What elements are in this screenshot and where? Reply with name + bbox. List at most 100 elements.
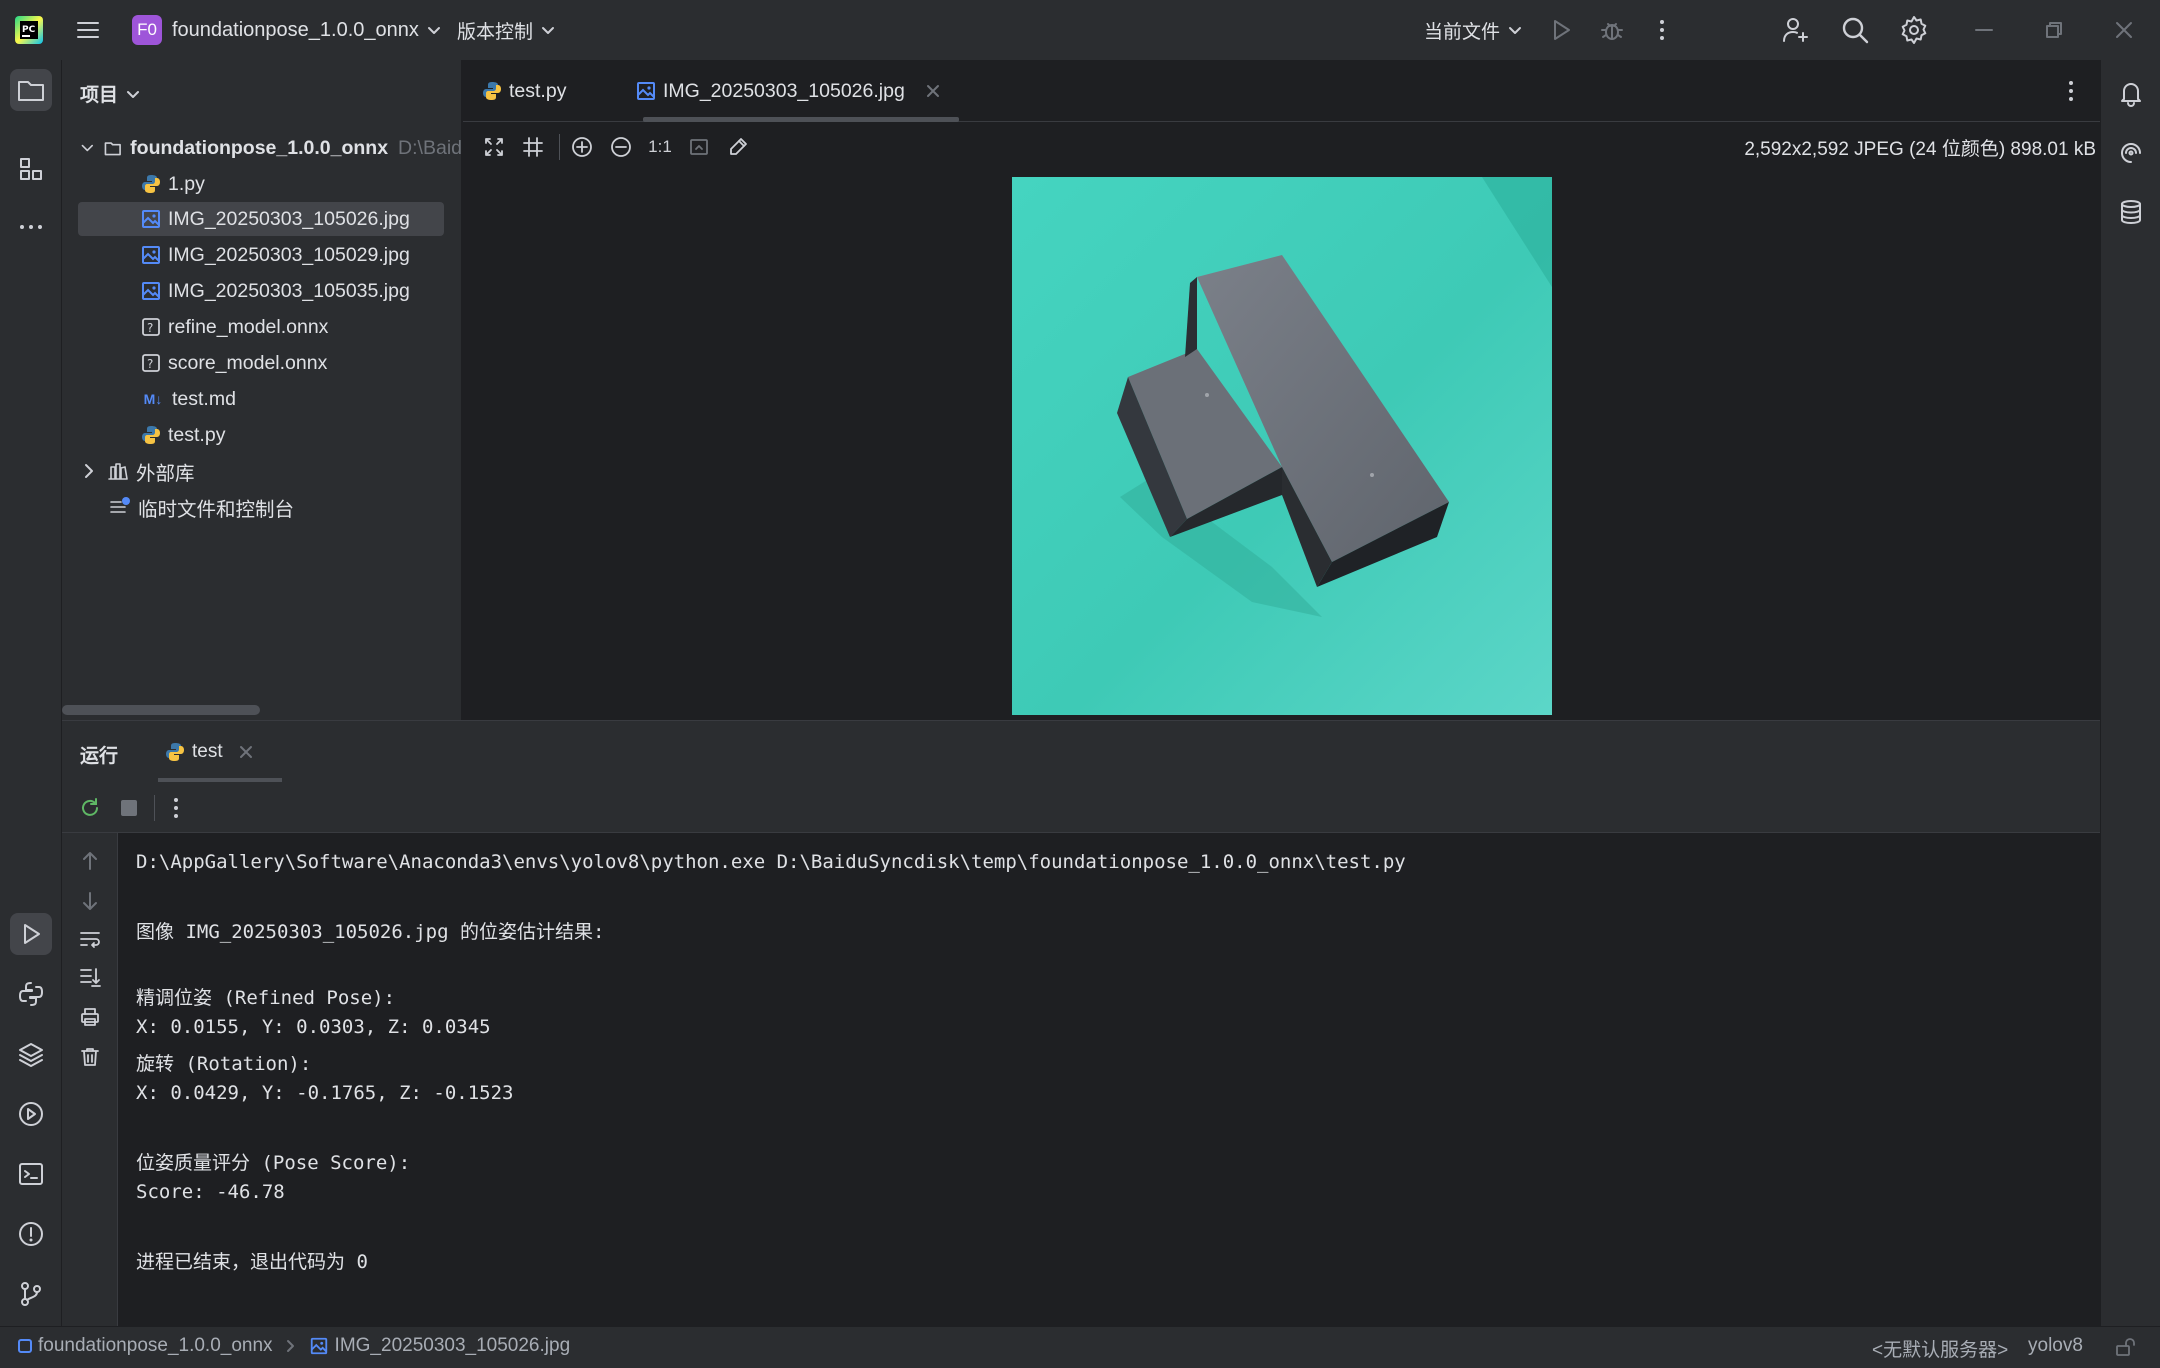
tree-item-label: 临时文件和控制台 bbox=[138, 498, 295, 521]
pycharm-logo-icon[interactable]: PC bbox=[14, 0, 44, 60]
vcs-menu[interactable]: 版本控制 bbox=[457, 0, 555, 60]
tree-file-img-105035[interactable]: IMG_20250303_105035.jpg bbox=[140, 274, 410, 308]
tree-root-folder[interactable]: foundationpose_1.0.0_onnx D:\Baid bbox=[80, 131, 462, 165]
lock-icon[interactable] bbox=[2114, 1336, 2136, 1358]
tree-file-score-model[interactable]: ? score_model.onnx bbox=[140, 346, 327, 380]
tree-external-libraries[interactable]: 外部库 bbox=[80, 454, 195, 488]
server-indicator[interactable]: <无默认服务器> bbox=[1872, 1335, 2008, 1362]
more-horizontal-icon bbox=[20, 225, 42, 229]
tab-img-105026[interactable]: IMG_20250303_105026.jpg bbox=[635, 60, 959, 122]
console-line: Score: -46.78 bbox=[136, 1181, 285, 1203]
horizontal-scrollbar[interactable] bbox=[62, 705, 260, 715]
settings-icon[interactable] bbox=[1899, 0, 1929, 60]
image-icon bbox=[310, 1337, 327, 1355]
tree-item-label: test.py bbox=[168, 423, 226, 446]
vcs-label: 版本控制 bbox=[457, 21, 534, 43]
root-folder-path: D:\Baid bbox=[398, 136, 462, 159]
actual-size-button[interactable]: 1:1 bbox=[645, 132, 675, 162]
chevron-down-icon bbox=[1509, 27, 1522, 34]
python-icon bbox=[140, 173, 162, 195]
color-picker-icon[interactable] bbox=[723, 132, 753, 162]
python-icon bbox=[481, 80, 503, 102]
run-panel: 运行 test D:\AppGallery\Software\Anaconda3… bbox=[62, 720, 2100, 1327]
svg-text:?: ? bbox=[147, 321, 153, 335]
print-icon[interactable] bbox=[78, 1005, 102, 1029]
chevron-right-icon bbox=[286, 1340, 294, 1352]
structure-tool-button[interactable] bbox=[10, 148, 52, 190]
run-config-selector[interactable]: 当前文件 bbox=[1424, 0, 1522, 60]
image-icon bbox=[635, 80, 657, 102]
search-icon[interactable] bbox=[1840, 0, 1870, 60]
python-console-icon bbox=[19, 982, 43, 1006]
run-icon[interactable] bbox=[1548, 0, 1574, 60]
breadcrumb: foundationpose_1.0.0_onnx IMG_20250303_1… bbox=[18, 1335, 570, 1357]
notifications-button[interactable] bbox=[2110, 72, 2152, 114]
scratches-icon bbox=[110, 497, 130, 513]
fit-to-window-icon[interactable] bbox=[479, 132, 509, 162]
trash-icon[interactable] bbox=[78, 1045, 102, 1069]
rerun-icon[interactable] bbox=[78, 796, 102, 820]
more-tools-button[interactable] bbox=[10, 206, 52, 248]
tab-test-py[interactable]: test.py bbox=[481, 60, 566, 122]
close-tab-icon[interactable] bbox=[925, 83, 941, 99]
tree-file-refine-model[interactable]: ? refine_model.onnx bbox=[140, 310, 328, 344]
close-icon[interactable] bbox=[2112, 0, 2136, 60]
git-tool-button[interactable] bbox=[10, 1273, 52, 1315]
services-tool-button[interactable] bbox=[10, 1093, 52, 1135]
tree-scratches[interactable]: 临时文件和控制台 bbox=[108, 490, 294, 524]
right-tool-strip bbox=[2100, 60, 2160, 1326]
soft-wrap-icon[interactable] bbox=[78, 927, 102, 951]
project-switcher[interactable]: F0 foundationpose_1.0.0_onnx bbox=[132, 0, 441, 60]
problems-tool-button[interactable] bbox=[10, 1213, 52, 1255]
ai-assistant-button[interactable] bbox=[2110, 132, 2152, 174]
interpreter-indicator[interactable]: yolov8 bbox=[2028, 1335, 2083, 1357]
close-tab-icon[interactable] bbox=[239, 745, 253, 759]
image-icon bbox=[140, 280, 162, 302]
breadcrumb-project[interactable]: foundationpose_1.0.0_onnx bbox=[38, 1335, 273, 1357]
stop-icon[interactable] bbox=[121, 800, 137, 816]
restore-icon[interactable] bbox=[2042, 0, 2066, 60]
zoom-out-icon[interactable] bbox=[606, 132, 636, 162]
svg-text:PC: PC bbox=[22, 25, 36, 35]
background-toggle-icon[interactable] bbox=[684, 132, 714, 162]
more-vertical-icon[interactable] bbox=[166, 795, 186, 821]
run-tool-button[interactable] bbox=[10, 913, 52, 955]
database-button[interactable] bbox=[2110, 191, 2152, 233]
layers-tool-button[interactable] bbox=[10, 1033, 52, 1075]
image-info: 2,592x2,592 JPEG (24 位颜色) 898.01 kB bbox=[1744, 139, 2096, 160]
arrow-up-icon[interactable] bbox=[78, 849, 102, 873]
more-vertical-icon[interactable] bbox=[1652, 0, 1672, 60]
layers-icon bbox=[19, 1043, 43, 1067]
arrow-down-icon[interactable] bbox=[78, 889, 102, 913]
grid-icon[interactable] bbox=[518, 132, 548, 162]
console-output[interactable]: D:\AppGallery\Software\Anaconda3\envs\yo… bbox=[136, 833, 2096, 1327]
run-tab-test[interactable]: test bbox=[158, 721, 282, 783]
tree-file-1py[interactable]: 1.py bbox=[140, 167, 205, 201]
zoom-in-icon[interactable] bbox=[567, 132, 597, 162]
add-user-icon[interactable] bbox=[1780, 0, 1810, 60]
tree-file-img-105026[interactable]: IMG_20250303_105026.jpg bbox=[78, 202, 444, 236]
tree-file-test-md[interactable]: M↓ test.md bbox=[140, 382, 236, 416]
library-icon bbox=[108, 463, 128, 480]
minimize-icon[interactable] bbox=[1972, 0, 1996, 60]
project-view-selector[interactable]: 项目 bbox=[80, 80, 140, 107]
editor-tabs: test.py IMG_20250303_105026.jpg bbox=[463, 60, 2100, 122]
tree-item-label: IMG_20250303_105035.jpg bbox=[168, 279, 410, 302]
tree-file-img-105029[interactable]: IMG_20250303_105029.jpg bbox=[140, 238, 410, 272]
ai-assistant-icon bbox=[2121, 143, 2141, 163]
debug-icon[interactable] bbox=[1599, 0, 1625, 60]
folder-icon bbox=[18, 81, 44, 101]
project-tool-button[interactable] bbox=[10, 69, 52, 111]
tabs-more-icon[interactable] bbox=[2061, 78, 2081, 104]
console-side-toolbar bbox=[62, 833, 118, 1327]
console-line: D:\AppGallery\Software\Anaconda3\envs\yo… bbox=[136, 851, 1406, 873]
console-line: 精调位姿 (Refined Pose): bbox=[136, 987, 396, 1009]
tree-file-test-py[interactable]: test.py bbox=[140, 418, 225, 452]
image-icon bbox=[140, 208, 162, 230]
status-bar: foundationpose_1.0.0_onnx IMG_20250303_1… bbox=[0, 1326, 2160, 1368]
breadcrumb-file[interactable]: IMG_20250303_105026.jpg bbox=[335, 1335, 571, 1357]
scroll-to-end-icon[interactable] bbox=[78, 965, 102, 989]
terminal-tool-button[interactable] bbox=[10, 1153, 52, 1195]
python-console-button[interactable] bbox=[10, 973, 52, 1015]
hamburger-menu-icon[interactable] bbox=[74, 0, 102, 60]
